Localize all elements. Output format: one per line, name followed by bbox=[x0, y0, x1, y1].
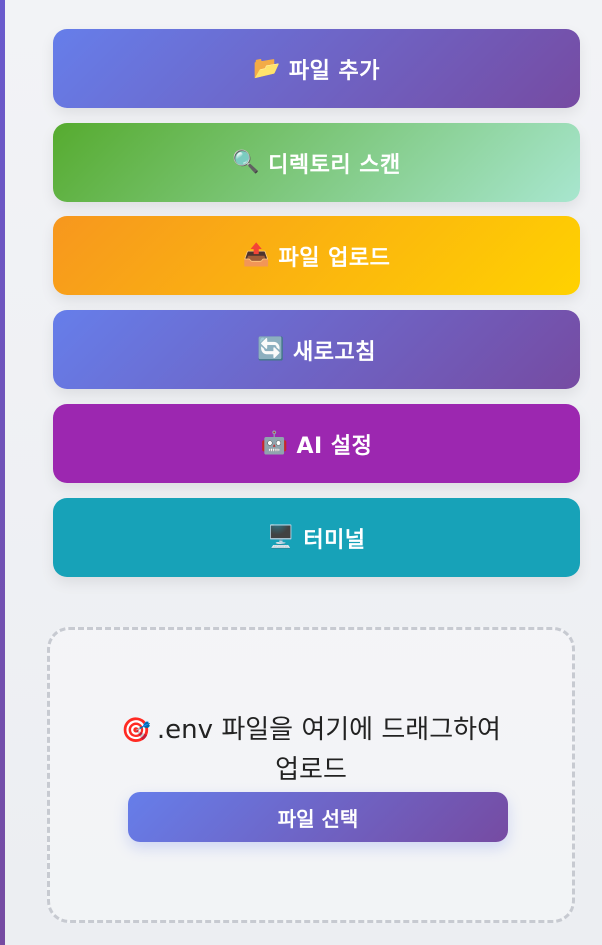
upload-file-button[interactable]: 📤 파일 업로드 bbox=[53, 216, 580, 295]
desktop-computer-icon: 🖥️ bbox=[267, 525, 296, 550]
select-file-label: 파일 선택 bbox=[277, 806, 359, 831]
target-icon: 🎯 bbox=[121, 716, 151, 744]
refresh-icon: 🔄 bbox=[257, 337, 285, 362]
refresh-button[interactable]: 🔄 새로고침 bbox=[53, 310, 580, 389]
ai-settings-label: AI 설정 bbox=[296, 433, 373, 459]
dropzone-text: .env 파일을 여기에 드래그하여 업로드 bbox=[156, 715, 501, 785]
scan-directory-button[interactable]: 🔍 디렉토리 스캔 bbox=[53, 123, 580, 202]
outbox-tray-icon: 📤 bbox=[242, 243, 271, 268]
upload-file-label: 파일 업로드 bbox=[278, 245, 391, 271]
magnifier-icon: 🔍 bbox=[232, 150, 261, 175]
add-file-button[interactable]: 📂 파일 추가 bbox=[53, 29, 580, 108]
dropzone-instructions: 🎯 .env 파일을 여기에 드래그하여 업로드 bbox=[50, 710, 572, 790]
refresh-label: 새로고침 bbox=[292, 339, 376, 365]
terminal-label: 터미널 bbox=[303, 527, 366, 553]
add-file-label: 파일 추가 bbox=[288, 58, 381, 84]
open-folder-icon: 📂 bbox=[252, 56, 281, 81]
ai-settings-button[interactable]: 🤖 AI 설정 bbox=[53, 404, 580, 483]
scan-directory-label: 디렉토리 스캔 bbox=[268, 152, 401, 178]
robot-icon: 🤖 bbox=[260, 431, 289, 456]
terminal-button[interactable]: 🖥️ 터미널 bbox=[53, 498, 580, 577]
file-dropzone[interactable]: 🎯 .env 파일을 여기에 드래그하여 업로드 파일 선택 bbox=[47, 627, 575, 923]
select-file-button[interactable]: 파일 선택 bbox=[128, 792, 508, 842]
